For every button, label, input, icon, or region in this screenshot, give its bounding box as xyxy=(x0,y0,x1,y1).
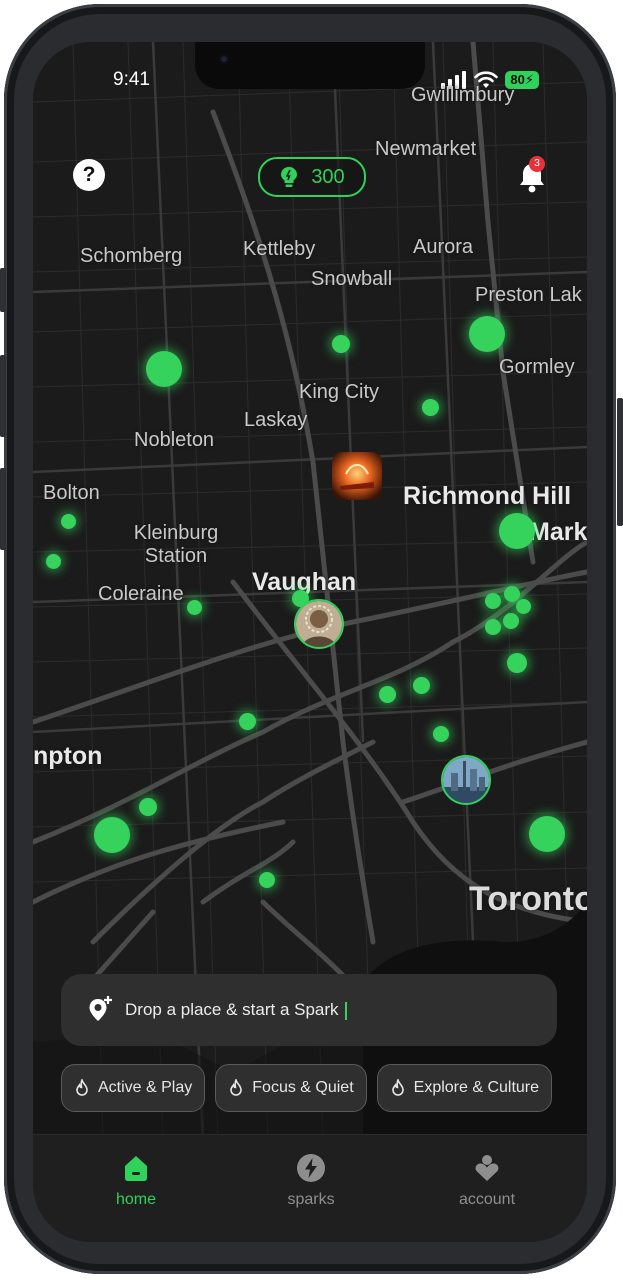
camera-dot xyxy=(219,54,229,64)
spark-marker[interactable] xyxy=(332,335,350,353)
spark-marker[interactable] xyxy=(187,600,202,615)
map-label-richmond-hill: Richmond Hill xyxy=(403,482,572,510)
map-label-gormley: Gormley xyxy=(499,356,575,378)
map-label-nobleton: Nobleton xyxy=(134,429,215,451)
map-label-newmarket: Newmarket xyxy=(375,138,477,160)
chip-explore-culture[interactable]: Explore & Culture xyxy=(376,1064,553,1112)
spark-marker[interactable] xyxy=(469,316,505,352)
map-label-kleinburg-line1: Kleinburg xyxy=(133,522,219,544)
chip-active-play[interactable]: Active & Play xyxy=(61,1064,206,1112)
spark-marker[interactable] xyxy=(485,619,501,635)
account-heart-icon xyxy=(475,1155,499,1181)
spark-marker[interactable] xyxy=(46,554,61,569)
map-label-toronto: Toronto xyxy=(469,880,587,918)
flame-icon xyxy=(230,1079,243,1096)
spark-marker[interactable] xyxy=(529,816,565,852)
text-caret xyxy=(344,1001,347,1020)
lightbulb-icon xyxy=(281,167,298,187)
device-notch xyxy=(195,42,425,89)
spark-search-bar[interactable]: Drop a place & start a Spark xyxy=(61,974,557,1046)
map-label-kleinburg-station: Kleinburg Station xyxy=(116,522,236,568)
nav-sparks[interactable]: sparks xyxy=(256,1153,366,1209)
fire-thumbnail-icon xyxy=(332,452,382,500)
spark-marker[interactable] xyxy=(379,686,396,703)
search-placeholder: Drop a place & start a Spark xyxy=(125,1000,339,1019)
status-time: 9:41 xyxy=(113,69,150,90)
spark-marker[interactable] xyxy=(485,593,501,609)
nav-account-label: account xyxy=(458,1191,516,1208)
map-label-aurora: Aurora xyxy=(413,236,474,258)
spark-marker[interactable] xyxy=(239,713,256,730)
map-label-brampton: npton xyxy=(33,742,103,770)
spark-marker[interactable] xyxy=(499,513,535,549)
side-button-volume-up xyxy=(0,355,6,437)
bottom-navigation: home sparks account xyxy=(33,1134,587,1242)
nav-home[interactable]: home xyxy=(81,1153,191,1209)
flame-icon xyxy=(76,1079,88,1096)
map-label-king-city: King City xyxy=(299,381,380,403)
chip-label: Active & Play xyxy=(98,1079,193,1096)
map-label-gwillimbury: Gwillimbury xyxy=(411,84,515,106)
chip-label: Focus & Quiet xyxy=(252,1079,354,1096)
map-label-laskay: Laskay xyxy=(244,409,308,431)
side-button-power xyxy=(617,398,623,526)
points-value: 300 xyxy=(311,165,345,188)
search-input[interactable]: Drop a place & start a Spark xyxy=(125,1000,347,1020)
lightning-icon xyxy=(297,1154,325,1182)
map-label-markham: Mark xyxy=(529,518,587,546)
map-label-preston-lake: Preston Lak xyxy=(475,284,582,306)
spark-marker[interactable] xyxy=(504,586,520,602)
nav-account[interactable]: account xyxy=(432,1153,542,1209)
spark-marker[interactable] xyxy=(413,677,430,694)
spark-marker[interactable] xyxy=(94,817,130,853)
help-icon: ? xyxy=(82,163,96,186)
home-icon xyxy=(125,1156,147,1181)
spark-marker[interactable] xyxy=(503,613,519,629)
nav-sparks-label: sparks xyxy=(287,1191,335,1208)
charging-bolt-icon: ⚡ xyxy=(524,72,534,87)
spark-marker[interactable] xyxy=(433,726,449,742)
help-button[interactable]: ? xyxy=(73,159,105,191)
points-counter[interactable]: 300 xyxy=(258,157,366,197)
skyline-thumbnail-icon xyxy=(443,757,489,803)
category-chips: Active & Play Focus & Quiet Explore & Cu… xyxy=(61,1064,553,1112)
app-screen: 9:41 80⚡ Gwillimbury Newmarket Schomberg… xyxy=(33,42,587,1242)
map-label-schomberg: Schomberg xyxy=(80,245,183,267)
side-button-volume-down xyxy=(0,468,6,550)
map-label-bolton: Bolton xyxy=(43,482,100,504)
place-marker-skyline[interactable] xyxy=(441,755,491,805)
spark-marker[interactable] xyxy=(516,599,531,614)
chip-label: Explore & Culture xyxy=(413,1079,540,1096)
spark-marker[interactable] xyxy=(146,351,182,387)
flame-icon xyxy=(391,1079,404,1096)
notification-badge: 3 xyxy=(529,156,545,172)
place-marker-fire[interactable] xyxy=(332,452,382,500)
map-label-kleinburg-line2: Station xyxy=(144,545,208,567)
portrait-thumbnail-icon xyxy=(296,601,342,647)
place-marker-portrait[interactable] xyxy=(294,599,344,649)
map-label-kettleby: Kettleby xyxy=(243,238,316,260)
spark-marker[interactable] xyxy=(259,872,275,888)
add-location-pin-icon xyxy=(89,996,112,1021)
side-button-mute xyxy=(0,268,6,312)
map-label-coleraine: Coleraine xyxy=(98,583,184,605)
chip-focus-quiet[interactable]: Focus & Quiet xyxy=(215,1064,367,1112)
spark-marker[interactable] xyxy=(422,399,439,416)
spark-marker[interactable] xyxy=(61,514,76,529)
nav-home-label: home xyxy=(115,1191,157,1208)
map-label-snowball: Snowball xyxy=(311,268,393,290)
spark-marker[interactable] xyxy=(139,798,157,816)
spark-marker[interactable] xyxy=(507,653,527,673)
